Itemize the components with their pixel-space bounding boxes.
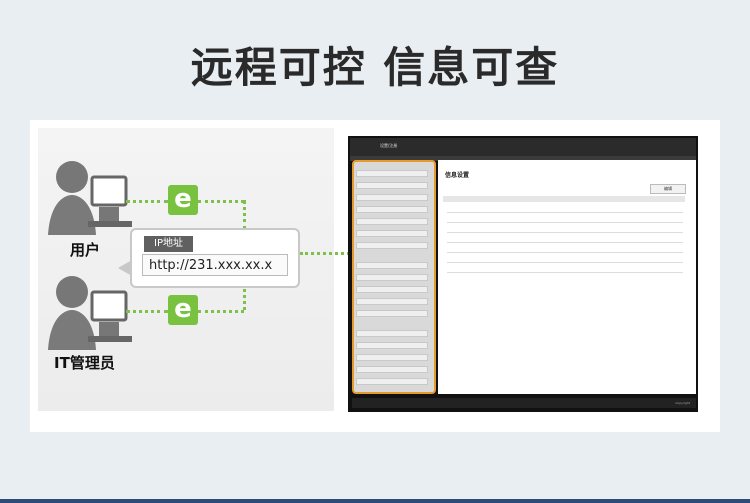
sidebar-item[interactable] [356,194,428,201]
sidebar-item[interactable] [356,354,428,361]
content-section-bar [443,196,685,202]
content-rule [447,232,683,233]
user-person-icon [48,161,132,235]
sidebar-item[interactable] [356,182,428,189]
edit-button[interactable]: 编辑 [650,184,686,194]
sidebar-item[interactable] [356,206,428,213]
sidebar-item[interactable] [356,242,428,249]
sidebar-item[interactable] [356,230,428,237]
connector-line [126,310,168,313]
content-rule [447,212,683,213]
sidebar-item[interactable] [356,218,428,225]
sidebar-item[interactable] [356,298,428,305]
screen-topbar: 设置/注册 [350,138,696,156]
content-rule [447,262,683,263]
it-admin-person-icon [48,276,132,350]
sidebar-item[interactable] [356,342,428,349]
user-label: 用户 [70,241,101,259]
sidebar-item[interactable] [356,330,428,337]
page-headline: 远程可控 信息可查 [190,43,560,92]
content-rule [447,242,683,243]
browser-icon: e [168,295,198,325]
it-admin-label: IT管理员 [54,354,115,372]
screen-footer: Copyright [352,398,696,408]
content-rule [447,252,683,253]
sidebar-item[interactable] [356,378,428,385]
sidebar-item[interactable] [356,286,428,293]
sidebar-item[interactable] [356,366,428,373]
sidebar-item[interactable] [356,262,428,269]
connector-line [300,252,350,255]
content-rule [447,272,683,273]
connector-line [243,200,246,230]
sidebar-item[interactable] [356,274,428,281]
screen-title: 设置/注册 [380,143,398,148]
ip-address-bubble: IP地址 http://231.xxx.xx.x [118,228,300,288]
connector-line [126,200,168,203]
connector-line [198,200,244,203]
browser-icon: e [168,185,198,215]
content-rule [447,222,683,223]
ip-address-tag: IP地址 [144,236,193,252]
content-page-title: 信息设置 [445,172,470,179]
bottom-stripe [0,499,750,503]
sidebar-item[interactable] [356,310,428,317]
footer-copyright: Copyright [675,401,690,405]
connector-line [198,310,244,313]
sidebar-item[interactable] [356,170,428,177]
bubble-tail [118,260,132,276]
url-field[interactable]: http://231.xxx.xx.x [142,254,288,276]
